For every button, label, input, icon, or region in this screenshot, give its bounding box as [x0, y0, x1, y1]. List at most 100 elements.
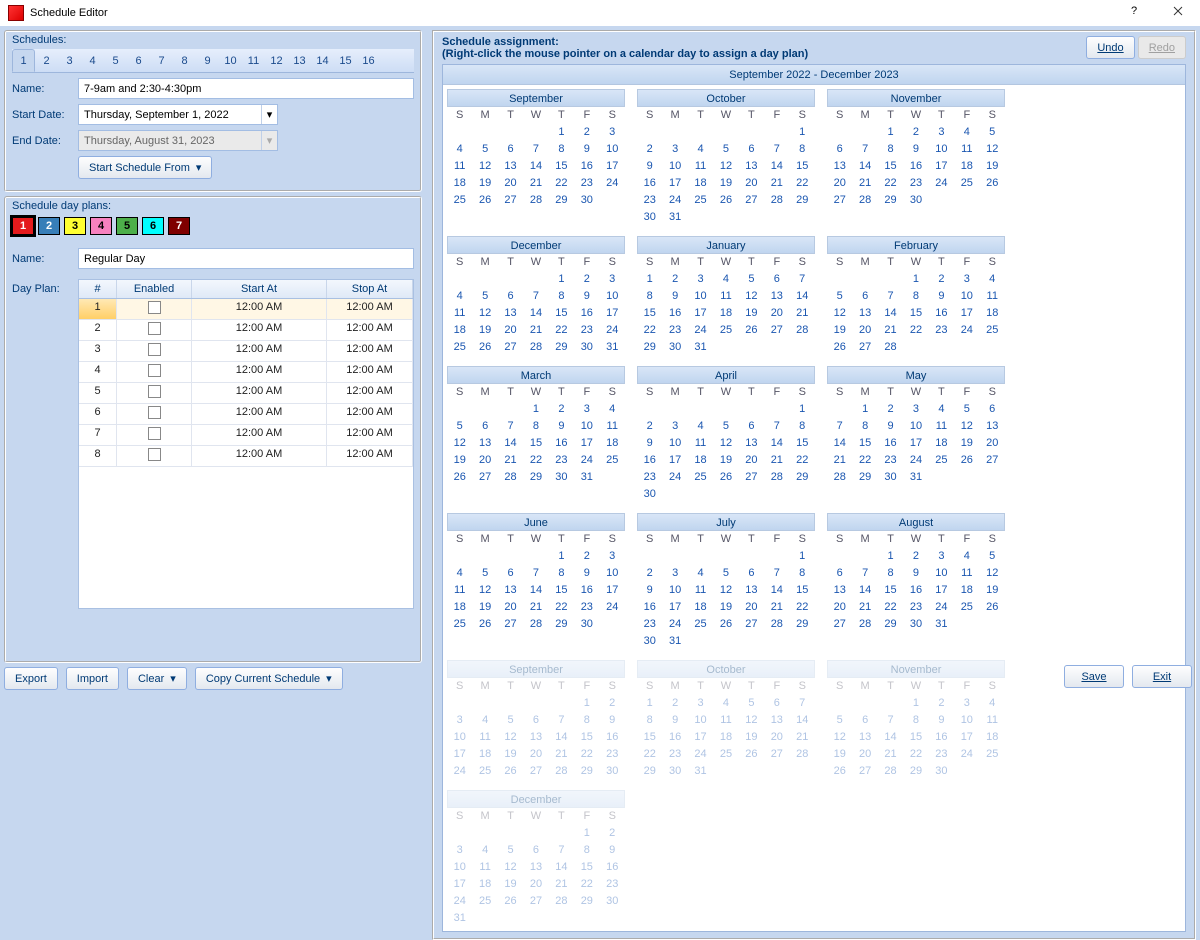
calendar-day[interactable]: 5 — [713, 141, 738, 158]
exit-button[interactable]: Exit — [1132, 665, 1192, 688]
calendar-day[interactable]: 4 — [688, 565, 713, 582]
calendar-day[interactable]: 14 — [498, 435, 523, 452]
calendar-day[interactable]: 29 — [523, 469, 548, 486]
calendar-day[interactable]: 13 — [739, 435, 764, 452]
calendar-day[interactable]: 27 — [739, 616, 764, 633]
calendar-day[interactable]: 8 — [903, 288, 928, 305]
plan-swatch[interactable]: 5 — [116, 217, 138, 235]
calendar-day[interactable]: 13 — [827, 158, 852, 175]
calendar-day[interactable]: 14 — [764, 158, 789, 175]
col-start[interactable]: Start At — [192, 280, 327, 298]
calendar-day[interactable]: 23 — [637, 616, 662, 633]
calendar-day[interactable]: 30 — [929, 763, 954, 780]
calendar-day[interactable]: 22 — [523, 452, 548, 469]
calendar-day[interactable]: 24 — [600, 175, 625, 192]
calendar-day[interactable]: 27 — [852, 763, 877, 780]
calendar-day[interactable]: 21 — [764, 175, 789, 192]
calendar-day[interactable]: 27 — [472, 469, 497, 486]
calendar-day[interactable]: 17 — [903, 435, 928, 452]
calendar-day[interactable]: 2 — [600, 825, 625, 842]
calendar-day[interactable]: 7 — [852, 565, 877, 582]
row-start[interactable]: 12:00 AM — [192, 425, 327, 445]
calendar-day[interactable]: 6 — [852, 712, 877, 729]
calendar-day[interactable]: 10 — [903, 418, 928, 435]
calendar-day[interactable]: 25 — [713, 322, 738, 339]
calendar-day[interactable]: 4 — [980, 271, 1005, 288]
table-row[interactable]: 412:00 AM12:00 AM — [79, 362, 413, 383]
calendar-day[interactable]: 19 — [980, 582, 1005, 599]
calendar-day[interactable]: 30 — [662, 763, 687, 780]
calendar-day[interactable]: 8 — [574, 712, 599, 729]
calendar-day[interactable]: 7 — [764, 141, 789, 158]
calendar-day[interactable]: 7 — [878, 712, 903, 729]
help-button[interactable]: ? — [1112, 0, 1156, 22]
row-start[interactable]: 12:00 AM — [192, 404, 327, 424]
calendar-day[interactable]: 17 — [954, 305, 979, 322]
calendar-day[interactable]: 30 — [637, 209, 662, 226]
calendar-day[interactable]: 26 — [954, 452, 979, 469]
calendar-day[interactable]: 10 — [662, 158, 687, 175]
calendar-day[interactable]: 25 — [688, 616, 713, 633]
calendar-day[interactable]: 7 — [523, 141, 548, 158]
calendar-day[interactable]: 19 — [472, 322, 497, 339]
table-row[interactable]: 512:00 AM12:00 AM — [79, 383, 413, 404]
calendar-day[interactable]: 28 — [549, 893, 574, 910]
calendar-day[interactable]: 21 — [498, 452, 523, 469]
calendar-day[interactable]: 23 — [903, 175, 928, 192]
row-enabled-cell[interactable] — [117, 425, 192, 445]
calendar-day[interactable]: 4 — [600, 401, 625, 418]
calendar-day[interactable]: 8 — [878, 565, 903, 582]
calendar-day[interactable]: 24 — [954, 322, 979, 339]
calendar-day[interactable]: 21 — [764, 452, 789, 469]
calendar-day[interactable]: 11 — [447, 158, 472, 175]
table-row[interactable]: 712:00 AM12:00 AM — [79, 425, 413, 446]
calendar-day[interactable]: 22 — [903, 322, 928, 339]
calendar-day[interactable]: 16 — [574, 158, 599, 175]
calendar-day[interactable]: 26 — [472, 616, 497, 633]
calendar-day[interactable]: 28 — [878, 339, 903, 356]
calendar-day[interactable]: 7 — [498, 418, 523, 435]
calendar-day[interactable]: 15 — [878, 582, 903, 599]
calendar-day[interactable]: 2 — [637, 418, 662, 435]
calendar-day[interactable]: 14 — [523, 305, 548, 322]
calendar-day[interactable]: 22 — [878, 175, 903, 192]
calendar-day[interactable]: 10 — [447, 859, 472, 876]
calendar-day[interactable]: 26 — [447, 469, 472, 486]
calendar-day[interactable]: 17 — [929, 158, 954, 175]
calendar-day[interactable]: 2 — [929, 695, 954, 712]
calendar-day[interactable]: 21 — [549, 746, 574, 763]
calendar-day[interactable]: 7 — [764, 565, 789, 582]
calendar-day[interactable]: 28 — [523, 339, 548, 356]
calendar-day[interactable]: 1 — [637, 695, 662, 712]
schedule-tab[interactable]: 2 — [35, 49, 58, 72]
plan-name-input[interactable] — [78, 248, 414, 269]
calendar-day[interactable]: 9 — [637, 158, 662, 175]
calendar-day[interactable]: 29 — [852, 469, 877, 486]
calendar-day[interactable]: 25 — [713, 746, 738, 763]
calendar-day[interactable]: 23 — [929, 746, 954, 763]
calendar-day[interactable]: 4 — [713, 695, 738, 712]
calendar-day[interactable]: 25 — [688, 192, 713, 209]
calendar-day[interactable]: 24 — [662, 616, 687, 633]
calendar-day[interactable]: 23 — [637, 192, 662, 209]
calendar-day[interactable]: 19 — [954, 435, 979, 452]
calendar-day[interactable]: 9 — [574, 565, 599, 582]
start-date-picker[interactable]: Thursday, September 1, 2022 ▾ — [78, 104, 278, 125]
row-enabled-cell[interactable] — [117, 299, 192, 319]
calendar-day[interactable]: 7 — [827, 418, 852, 435]
calendar-day[interactable]: 6 — [523, 842, 548, 859]
calendar-day[interactable]: 14 — [878, 729, 903, 746]
calendar-day[interactable]: 18 — [472, 746, 497, 763]
calendar-day[interactable]: 9 — [637, 582, 662, 599]
calendar-day[interactable]: 27 — [523, 893, 548, 910]
calendar-day[interactable]: 3 — [903, 401, 928, 418]
calendar-day[interactable]: 10 — [929, 565, 954, 582]
schedule-tab[interactable]: 9 — [196, 49, 219, 72]
calendar-day[interactable]: 26 — [498, 893, 523, 910]
calendar-day[interactable]: 21 — [852, 599, 877, 616]
calendar-day[interactable]: 3 — [447, 842, 472, 859]
calendar-day[interactable]: 28 — [790, 746, 815, 763]
table-row[interactable]: 812:00 AM12:00 AM — [79, 446, 413, 467]
calendar-day[interactable]: 12 — [980, 565, 1005, 582]
calendar-day[interactable]: 22 — [549, 322, 574, 339]
